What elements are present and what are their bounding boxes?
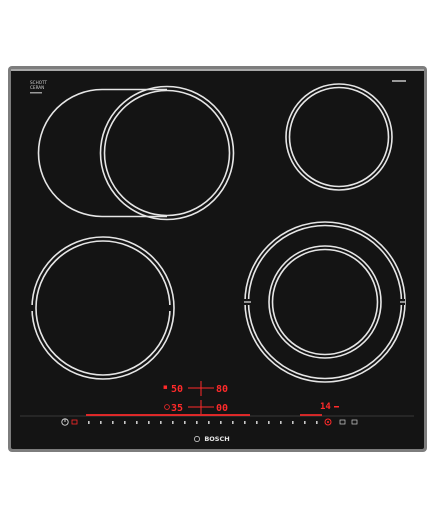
brand-logo: BOSCH (204, 435, 229, 443)
frame-highlight (11, 69, 424, 71)
front-left-timer-readout: 35 (171, 403, 183, 414)
cooking-timer-readout: 14 (320, 402, 331, 412)
front-left-zone-marker-right (167, 305, 173, 311)
rear-left-power-readout: 80 (216, 384, 228, 395)
model-mark (392, 80, 406, 82)
power-level-slider-fill (86, 414, 250, 416)
ceramic-logo-line2: CERAN (30, 85, 44, 90)
cooktop-image: SCHOTT CERAN ▪ 50 80 35 00 14 BOSCH (8, 66, 427, 452)
svg-text:▪: ▪ (163, 383, 168, 391)
front-left-zone-marker-left (29, 305, 35, 311)
rear-left-timer-readout: 00 (216, 403, 228, 414)
front-left-power-readout: 50 (171, 384, 183, 395)
